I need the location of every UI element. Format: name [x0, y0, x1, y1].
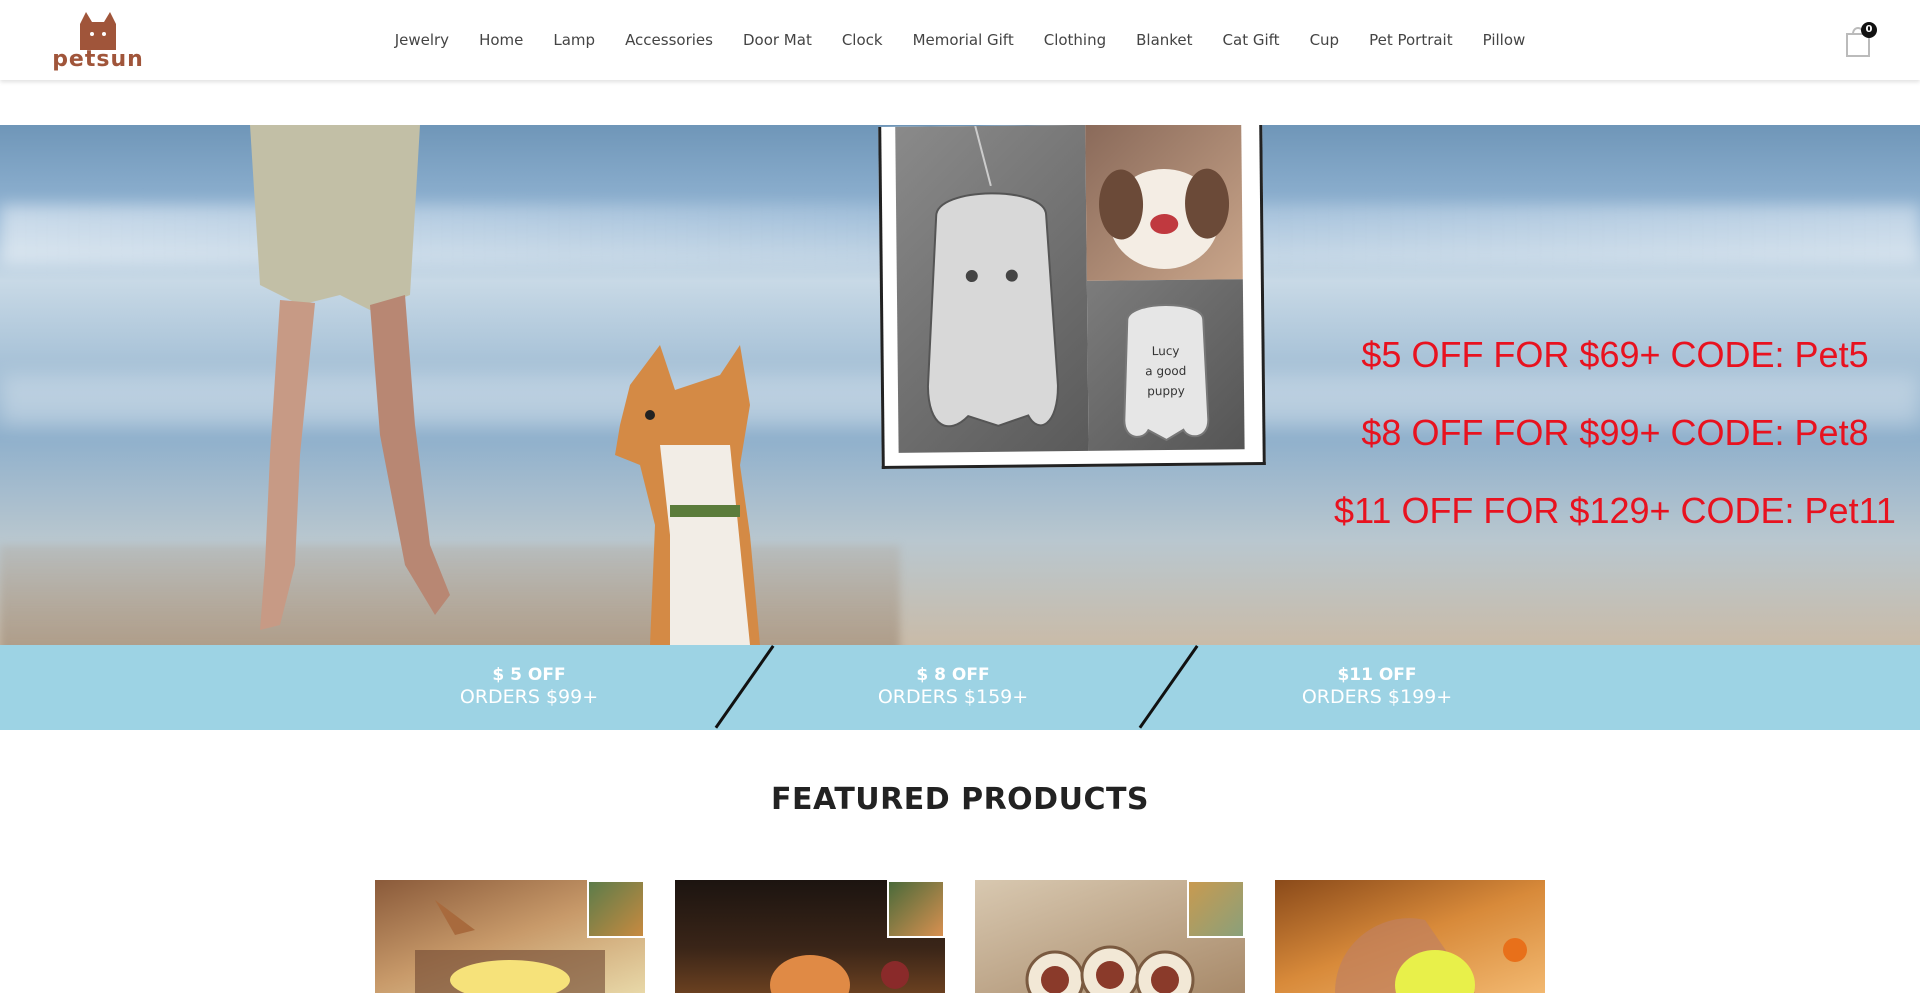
nav-item-lamp[interactable]: Lamp [538, 31, 610, 49]
offer-band: $ 5 OFF ORDERS $99+ $ 8 OFF ORDERS $159+… [0, 645, 1920, 730]
promo-line-pet8: $8 OFF FOR $99+ CODE: Pet8 [1361, 412, 1869, 453]
walking-person-legs-image [250, 125, 450, 630]
offer-5-off[interactable]: $ 5 OFF ORDERS $99+ [379, 665, 679, 709]
engraved-pendant-image [895, 125, 1089, 453]
offer-8-off[interactable]: $ 8 OFF ORDERS $159+ [803, 665, 1103, 709]
offer-divider [1138, 645, 1199, 729]
nav-item-memorial-gift[interactable]: Memorial Gift [898, 31, 1029, 49]
puppy-photo [1085, 125, 1243, 281]
offer-amount: $11 OFF [1337, 665, 1417, 685]
name-tag-photo: Lucy a good puppy [1086, 279, 1245, 451]
name-tag-icon: Lucy a good puppy [1123, 304, 1210, 442]
nav-item-home[interactable]: Home [464, 31, 538, 49]
product-card[interactable] [975, 880, 1245, 993]
shih-tzu-icon [1099, 168, 1230, 270]
offer-condition: ORDERS $199+ [1301, 686, 1453, 708]
nav-item-accessories[interactable]: Accessories [610, 31, 728, 49]
svg-text:puppy: puppy [1147, 384, 1185, 398]
product-card[interactable] [675, 880, 945, 993]
hero-banner[interactable]: Lucy a good puppy $5 OFF FOR $69+ CODE: … [0, 125, 1920, 645]
promo-line-pet11: $11 OFF FOR $129+ CODE: Pet11 [1334, 490, 1896, 531]
pendant-photo-frame: Lucy a good puppy [878, 125, 1266, 470]
offer-condition: ORDERS $99+ [459, 686, 599, 708]
corgi-dog-image [615, 345, 760, 645]
nav-item-jewelry[interactable]: Jewelry [380, 31, 464, 49]
promo-code-list: $5 OFF FOR $69+ CODE: Pet5 $8 OFF FOR $9… [1320, 335, 1910, 569]
product-card[interactable] [1275, 880, 1545, 993]
nav-item-cat-gift[interactable]: Cat Gift [1208, 31, 1295, 49]
nav-item-pillow[interactable]: Pillow [1468, 31, 1541, 49]
nav-item-blanket[interactable]: Blanket [1121, 31, 1207, 49]
svg-text:a good: a good [1145, 364, 1186, 378]
pet-photo-thumbnail [587, 880, 645, 938]
nav-item-clothing[interactable]: Clothing [1029, 31, 1121, 49]
moon-lamp-image [1335, 918, 1527, 993]
main-nav: Jewelry Home Lamp Accessories Door Mat C… [0, 0, 1920, 80]
offer-condition: ORDERS $159+ [877, 686, 1029, 708]
nav-item-door-mat[interactable]: Door Mat [728, 31, 827, 49]
offer-amount: $ 5 OFF [492, 665, 566, 685]
product-card[interactable] [375, 880, 645, 993]
offer-amount: $ 8 OFF [916, 665, 990, 685]
offer-11-off[interactable]: $11 OFF ORDERS $199+ [1227, 665, 1527, 709]
nav-item-clock[interactable]: Clock [827, 31, 898, 49]
pet-photo-thumbnail [887, 880, 945, 938]
nav-item-pet-portrait[interactable]: Pet Portrait [1354, 31, 1468, 49]
nav-item-cup[interactable]: Cup [1295, 31, 1355, 49]
dog-pendant-icon [926, 125, 1059, 428]
site-header: petsun Jewelry Home Lamp Accessories Doo… [0, 0, 1920, 80]
promo-line-pet5: $5 OFF FOR $69+ CODE: Pet5 [1361, 334, 1869, 375]
cart-count-badge: 0 [1861, 22, 1877, 38]
pet-photo-thumbnail [1187, 880, 1245, 938]
offer-divider [714, 645, 775, 729]
svg-text:Lucy: Lucy [1152, 344, 1180, 358]
featured-product-grid [375, 880, 1545, 993]
cart-button[interactable]: 0 [1843, 22, 1877, 58]
featured-products-heading: FEATURED PRODUCTS [770, 782, 1150, 817]
